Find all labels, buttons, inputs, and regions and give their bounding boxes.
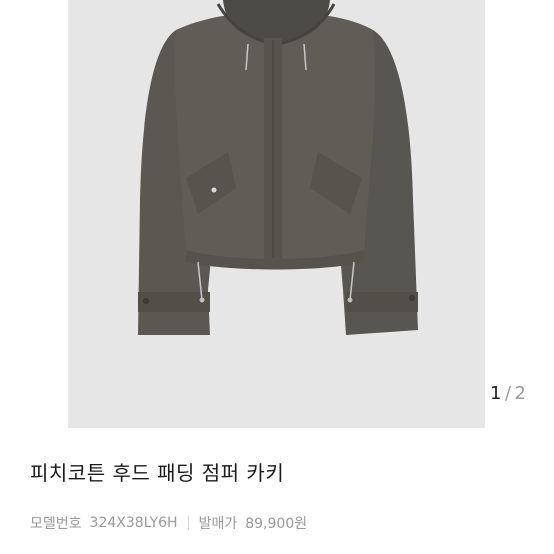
- product-title: 피치코튼 후드 패딩 점퍼 카키: [30, 461, 285, 485]
- release-price-label: 발매가: [198, 516, 238, 532]
- product-detail-page: 1/2 피치코튼 후드 패딩 점퍼 카키 모델번호 324X38LY6H 발매가…: [0, 0, 554, 554]
- product-meta: 모델번호 324X38LY6H 발매가 89,900원: [30, 513, 307, 533]
- model-number-value: 324X38LY6H: [89, 515, 178, 531]
- product-image-jacket: [138, 0, 418, 335]
- pager-total: 2: [514, 383, 527, 404]
- meta-divider: [187, 516, 189, 530]
- model-number-label: 모델번호: [30, 516, 82, 532]
- image-pager: 1/2: [490, 383, 526, 404]
- pager-current: 1: [490, 383, 502, 404]
- pager-separator: /: [504, 383, 512, 404]
- product-image-carousel[interactable]: [68, 0, 485, 428]
- release-price-value: 89,900원: [245, 516, 308, 532]
